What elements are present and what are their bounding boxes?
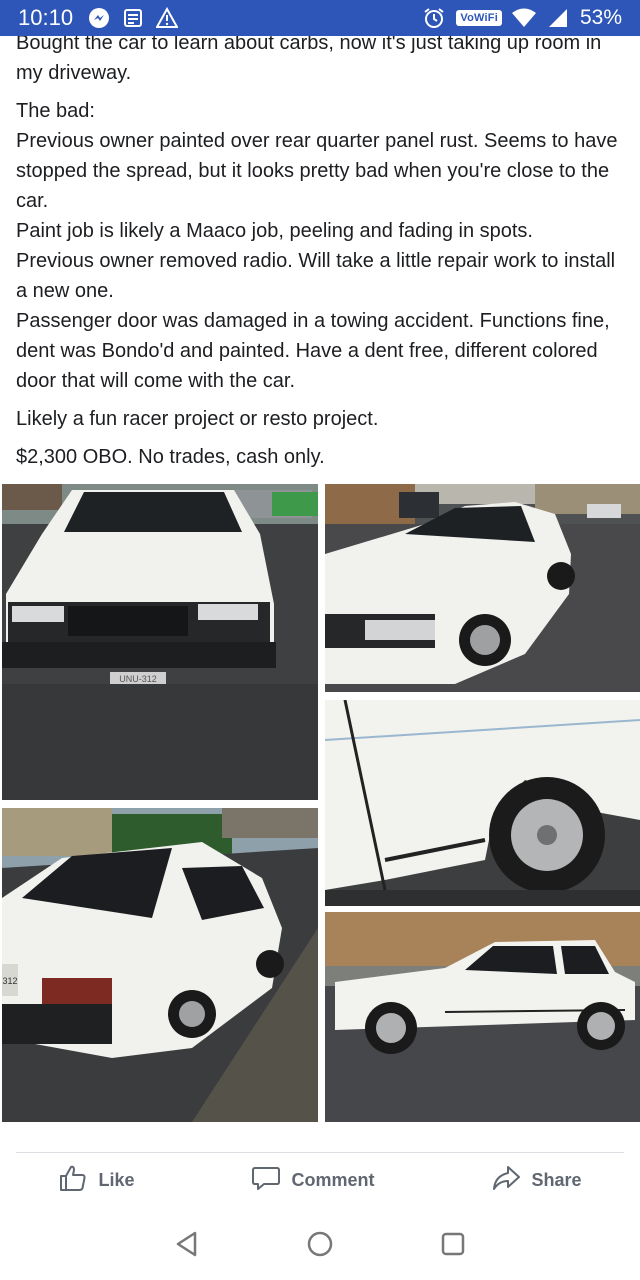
share-label: Share: [531, 1169, 582, 1190]
post-paragraph: Previous owner painted over rear quarter…: [16, 130, 618, 212]
battery-percent: 53%: [579, 6, 622, 29]
post-paragraph: Likely a fun racer project or resto proj…: [16, 408, 379, 430]
thumbs-up-icon: [58, 1163, 88, 1198]
home-circle-icon: [307, 1231, 333, 1257]
like-label: Like: [98, 1169, 135, 1190]
like-button[interactable]: Like: [44, 1157, 148, 1204]
signal-icon: [546, 6, 570, 30]
photo-front-left-three-quarter[interactable]: [325, 484, 640, 692]
vowifi-badge: VoWiFi: [456, 10, 502, 26]
home-button[interactable]: [300, 1224, 340, 1264]
post-paragraph: Previous owner removed radio. Will take …: [16, 250, 616, 302]
post-body: Bought the car to learn about carbs, now…: [16, 28, 626, 480]
post-paragraph: $2,300 OBO. No trades, cash only.: [16, 446, 325, 468]
share-icon: [491, 1163, 521, 1198]
news-icon: [121, 6, 145, 30]
photo-side-profile[interactable]: [325, 912, 640, 1122]
warning-icon: [155, 6, 179, 30]
recents-square-icon: [442, 1232, 465, 1256]
comment-label: Comment: [291, 1169, 375, 1190]
license-plate-text: UNU-312: [119, 674, 157, 684]
post-paragraph: The bad:: [16, 100, 95, 122]
status-bar: 10:10 VoWiFi 53%: [0, 0, 640, 36]
system-nav-bar: [0, 1208, 640, 1280]
photo-rear-three-quarter[interactable]: 312: [2, 808, 318, 1122]
messenger-icon: [87, 6, 111, 30]
license-plate-text: 312: [2, 976, 17, 986]
comment-icon: [251, 1163, 281, 1198]
share-button[interactable]: Share: [477, 1157, 595, 1204]
photo-front[interactable]: UNU-312: [2, 484, 318, 800]
recents-button[interactable]: [433, 1224, 473, 1264]
post-actions: Like Comment Share: [0, 1154, 640, 1206]
status-time: 10:10: [18, 5, 74, 30]
back-triangle-icon: [176, 1231, 196, 1257]
alarm-icon: [422, 6, 446, 30]
divider: [16, 1152, 624, 1153]
photo-door-wheel-closeup[interactable]: [325, 700, 640, 906]
wifi-icon: [511, 6, 536, 30]
back-button[interactable]: [167, 1224, 207, 1264]
post-paragraph: Passenger door was damaged in a towing a…: [16, 310, 610, 392]
post-paragraph: Bought the car to learn about carbs, now…: [16, 32, 602, 84]
post-paragraph: Paint job is likely a Maaco job, peeling…: [16, 220, 533, 242]
comment-button[interactable]: Comment: [237, 1157, 388, 1204]
